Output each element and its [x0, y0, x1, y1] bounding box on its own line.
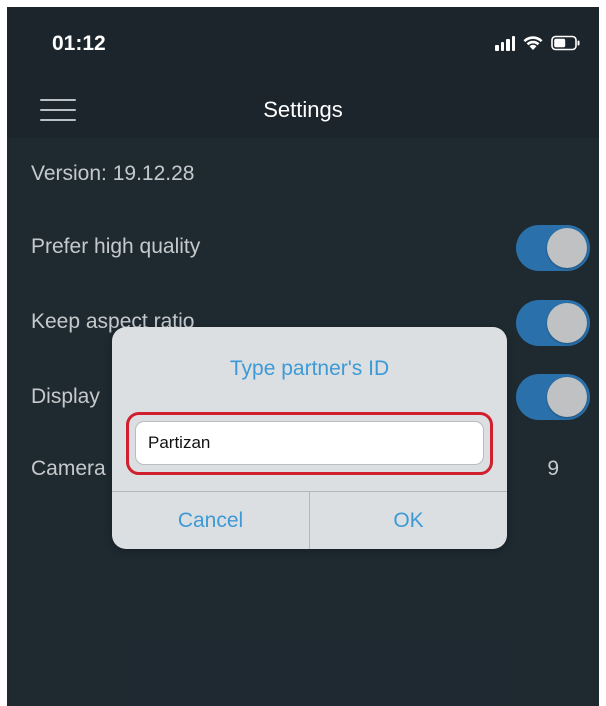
signal-icon — [495, 35, 515, 51]
ok-button[interactable]: OK — [310, 492, 507, 549]
status-icons — [495, 35, 581, 51]
battery-icon — [551, 35, 581, 51]
phone-screen: 01:12 Settings Version: 19.12.28 Prefer … — [7, 7, 599, 706]
status-bar: 01:12 — [7, 7, 599, 82]
partner-id-dialog: Type partner's ID Cancel OK — [112, 327, 507, 549]
cancel-button[interactable]: Cancel — [112, 492, 309, 549]
nav-bar: Settings — [7, 82, 599, 138]
page-title: Settings — [263, 97, 343, 122]
dialog-title: Type partner's ID — [229, 357, 390, 380]
status-time: 01:12 — [52, 32, 106, 55]
partner-id-input[interactable] — [135, 421, 484, 465]
wifi-icon — [522, 35, 544, 51]
